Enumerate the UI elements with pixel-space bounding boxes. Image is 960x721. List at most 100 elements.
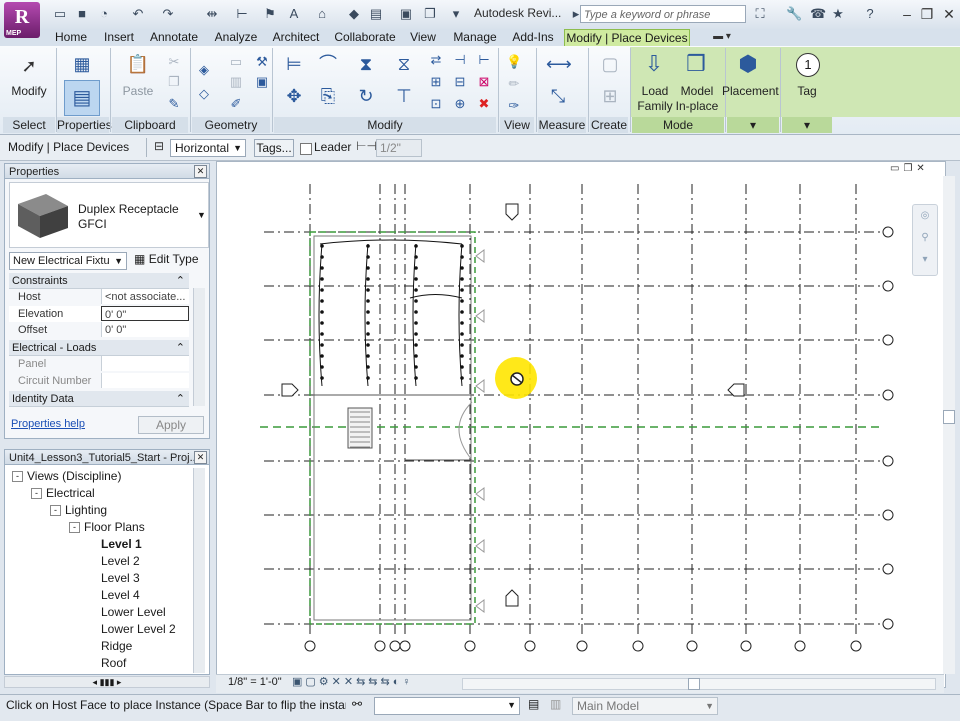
placement-button[interactable]: Placement xyxy=(722,84,779,99)
panel-measure[interactable]: Measure xyxy=(538,117,586,133)
binoculars-icon[interactable]: ⛶ xyxy=(752,6,768,22)
thin-lines-icon[interactable]: ▤ xyxy=(368,6,384,22)
apply-button[interactable]: Apply xyxy=(138,416,204,434)
favorites-icon[interactable]: ★ xyxy=(830,6,846,22)
prop-offset[interactable]: Offset 0' 0" xyxy=(9,322,189,338)
wall-joins-icon[interactable]: ▣ xyxy=(254,74,270,90)
tab-view[interactable]: View xyxy=(404,29,442,46)
leader-checkbox[interactable] xyxy=(300,143,312,155)
mirror-draw-axis-icon[interactable]: ⧖ xyxy=(392,52,416,76)
create-similar-icon[interactable]: ▢ xyxy=(598,52,622,76)
view-scale[interactable]: 1/8" = 1'-0" xyxy=(228,676,282,688)
dimension-icon[interactable]: ⊢ xyxy=(234,6,250,22)
match-properties-icon[interactable]: ✎ xyxy=(166,96,182,112)
edit-type-button[interactable]: ▦ Edit Type xyxy=(134,252,199,266)
model-inplace-button[interactable]: Model In-place xyxy=(672,84,722,114)
sync-icon[interactable]: ◔ xyxy=(96,6,112,22)
browser-scrollbar[interactable] xyxy=(193,468,205,673)
communication-icon[interactable]: ☎ xyxy=(810,6,826,22)
open-icon[interactable]: ▭ xyxy=(52,6,68,22)
paint-icon[interactable]: ✐ xyxy=(228,96,244,112)
prop-host[interactable]: Host <not associate... xyxy=(9,289,189,305)
browser-item[interactable]: Lower Level 2 xyxy=(12,621,192,638)
text-icon[interactable]: A xyxy=(286,6,302,22)
worksets-icon[interactable]: ⚯ xyxy=(352,697,362,711)
offset-icon[interactable]: ⌒ xyxy=(316,52,340,76)
close-hidden-icon[interactable]: ▣ xyxy=(398,6,414,22)
override-graphics-icon[interactable]: ✏ xyxy=(506,76,522,92)
cut-icon[interactable]: ✂ xyxy=(166,54,182,70)
properties-help-link[interactable]: Properties help xyxy=(11,418,85,430)
3d-view-icon[interactable]: ⌂ xyxy=(314,6,330,22)
group-constraints[interactable]: Constraints ⌃ xyxy=(9,273,189,289)
close-icon[interactable]: ✕ xyxy=(194,165,207,178)
trim-single-icon[interactable]: ⊣ xyxy=(452,52,468,68)
browser-item[interactable]: - Floor Plans xyxy=(12,519,192,536)
tab-collaborate[interactable]: Collaborate xyxy=(330,29,400,46)
help-icon[interactable]: ? xyxy=(862,6,878,22)
split-element-icon[interactable]: ⇄ xyxy=(428,52,444,68)
measure-icon[interactable]: ⇹ xyxy=(204,6,220,22)
browser-item[interactable]: Ridge xyxy=(12,638,192,655)
panel-properties[interactable]: Properties xyxy=(57,117,112,133)
properties-scrollbar[interactable] xyxy=(193,288,205,406)
placement-icon[interactable]: ⬢ xyxy=(736,52,760,76)
subscription-icon[interactable]: 🔧 xyxy=(786,6,802,22)
move-icon[interactable]: ✥ xyxy=(282,84,306,108)
panel-mode[interactable]: Mode xyxy=(632,117,724,133)
editing-requests-icon[interactable]: ▤ xyxy=(528,697,539,711)
view-v-scroll-thumb[interactable] xyxy=(943,410,955,424)
panel-view[interactable]: View xyxy=(500,117,534,133)
save-icon[interactable]: ■ xyxy=(74,6,90,22)
copy-icon[interactable]: ❐ xyxy=(166,74,182,90)
qat-dropdown-icon[interactable]: ▾ xyxy=(448,6,464,22)
type-dropdown-icon[interactable]: ▼ xyxy=(197,210,206,220)
rotate-icon[interactable]: ↻ xyxy=(354,84,378,108)
panel-select[interactable]: Select xyxy=(3,117,55,133)
switch-windows-icon[interactable]: ❐ xyxy=(422,6,438,22)
cut-geometry-icon[interactable]: ◇ xyxy=(196,86,212,102)
panel-create[interactable]: Create xyxy=(590,117,628,133)
tab-analyze[interactable]: Analyze xyxy=(208,29,264,46)
design-option-select[interactable]: Main Model ▼ xyxy=(572,697,718,715)
model-inplace-icon[interactable]: ❒ xyxy=(684,52,708,76)
prop-panel[interactable]: Panel xyxy=(9,356,189,372)
tab-add-ins[interactable]: Add-Ins xyxy=(508,29,558,46)
split-face-icon[interactable]: ▥ xyxy=(228,74,244,90)
browser-item[interactable]: - Lighting xyxy=(12,502,192,519)
group-electrical-loads[interactable]: Electrical - Loads ⌃ xyxy=(9,340,189,356)
copy-modify-icon[interactable]: ⎘ xyxy=(316,84,340,108)
tags-button[interactable]: Tags... xyxy=(254,139,294,157)
tag-on-placement-icon[interactable]: 1 xyxy=(796,53,820,77)
navigation-bar[interactable]: ◎ ⚲ ▾ xyxy=(912,204,938,276)
active-workset-select[interactable]: ▼ xyxy=(374,697,520,715)
close-icon[interactable]: ✕ xyxy=(194,451,207,464)
type-properties-icon[interactable]: ▦ xyxy=(70,52,94,76)
browser-item[interactable]: Roof xyxy=(12,655,192,672)
modify-button[interactable]: Modify xyxy=(6,84,52,99)
unpin-icon[interactable]: ⊟ xyxy=(452,74,468,90)
join-icon[interactable]: ▭ xyxy=(228,54,244,70)
browser-item[interactable]: Lower Level xyxy=(12,604,192,621)
browser-item[interactable]: Level 1 xyxy=(12,536,192,553)
placement-dropdown-icon[interactable]: ▾ xyxy=(727,117,779,133)
paste-icon[interactable]: 📋 xyxy=(126,52,150,76)
panel-geometry[interactable]: Geometry xyxy=(192,117,270,133)
prop-circuit-number[interactable]: Circuit Number xyxy=(9,373,189,389)
panel-clipboard[interactable]: Clipboard xyxy=(112,117,188,133)
cope-icon[interactable]: ◈ xyxy=(196,62,212,78)
delete-icon[interactable]: ✖ xyxy=(476,96,492,112)
orientation-select[interactable]: Horizontal ▼ xyxy=(170,139,246,157)
linework-icon[interactable]: ✑ xyxy=(506,98,522,114)
browser-item[interactable]: Level 2 xyxy=(12,553,192,570)
view-control-icons[interactable]: ▣▢⚙✕✕⇆⇆⇆◐♀ xyxy=(292,675,414,688)
collapse-toggle-icon[interactable]: - xyxy=(69,522,80,534)
load-family-icon[interactable]: ⇩ xyxy=(642,52,666,76)
search-input[interactable]: Type a keyword or phrase xyxy=(580,5,746,23)
prop-value-input[interactable]: 0' 0" xyxy=(101,306,189,321)
aligned-dimension-icon[interactable]: ⤡ xyxy=(546,84,570,108)
browser-h-scrollbar[interactable]: ◂ ▮▮▮ ▸ xyxy=(4,676,210,688)
browser-item[interactable]: Level 3 xyxy=(12,570,192,587)
instance-filter-select[interactable]: New Electrical Fixtu ▼ xyxy=(9,252,127,270)
browser-item[interactable]: Level 4 xyxy=(12,587,192,604)
